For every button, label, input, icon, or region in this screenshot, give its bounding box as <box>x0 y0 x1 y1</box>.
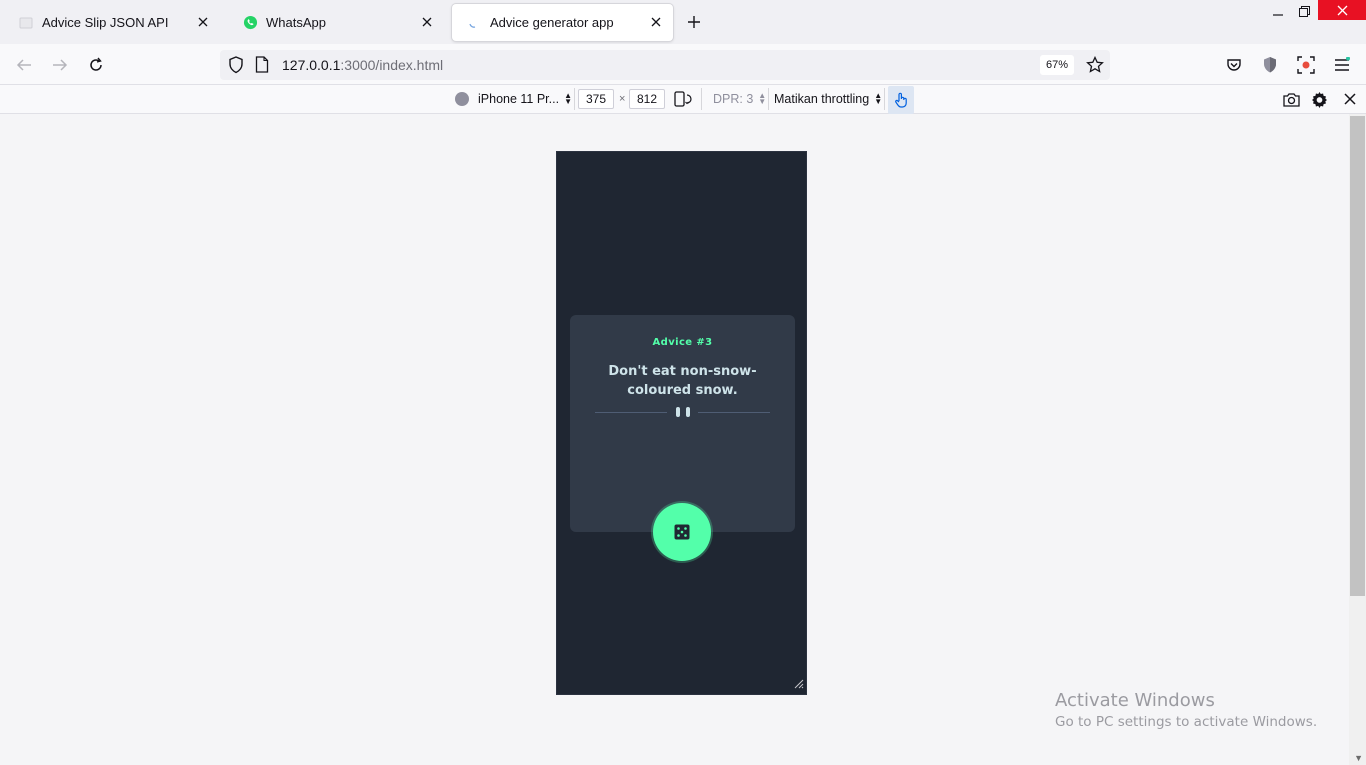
page-info-icon[interactable] <box>255 56 269 76</box>
close-tab-icon[interactable] <box>418 13 436 31</box>
close-icon <box>1344 93 1356 105</box>
windows-activation-watermark: Activate Windows Go to PC settings to ac… <box>1055 690 1317 730</box>
plus-icon <box>688 16 700 28</box>
tab-strip: Advice Slip JSON API WhatsApp Advice gen… <box>0 0 1366 44</box>
close-tab-icon[interactable] <box>647 13 665 31</box>
select-arrows-icon: ▲ ▼ <box>874 91 883 106</box>
divider-line <box>595 412 667 413</box>
forward-button[interactable] <box>49 54 71 76</box>
shield-icon <box>1264 57 1276 73</box>
pocket-icon <box>1227 59 1241 71</box>
device-viewport: Advice #3 Don't eat non-snow-coloured sn… <box>556 151 807 695</box>
network-throttling-selector[interactable]: Matikan throttling ▲ ▼ <box>774 85 882 113</box>
toolbar-separator <box>701 88 702 110</box>
address-bar[interactable]: 127.0.0.1:3000/index.html 67% <box>220 50 1110 80</box>
advice-card: Advice #3 Don't eat non-snow-coloured sn… <box>570 315 795 532</box>
close-rdm-button[interactable] <box>1344 85 1356 113</box>
advice-id: Advice #3 <box>652 337 713 348</box>
dpr-label: DPR: 3 <box>713 92 754 106</box>
screenshot-extension-button[interactable] <box>1295 54 1317 76</box>
device-selector[interactable]: iPhone 11 Pr... ▲ ▼ <box>454 85 572 113</box>
tab-label: WhatsApp <box>266 15 326 30</box>
pause-icon <box>676 407 690 417</box>
dpr-selector[interactable]: DPR: 3 ▲ ▼ <box>713 85 766 113</box>
scrollbar-thumb[interactable] <box>1350 116 1365 596</box>
blank-favicon-icon <box>18 15 34 31</box>
tracking-protection-icon[interactable] <box>228 56 244 77</box>
dice-icon <box>674 524 690 540</box>
navigation-bar: 127.0.0.1:3000/index.html 67% <box>0 44 1366 85</box>
camera-icon <box>1283 92 1300 107</box>
reload-button[interactable] <box>85 54 107 76</box>
tab-advice-generator[interactable]: Advice generator app <box>452 4 673 41</box>
throttling-label: Matikan throttling <box>774 92 870 106</box>
gear-icon <box>1311 91 1328 108</box>
device-name: iPhone 11 Pr... <box>478 92 560 106</box>
url-path: :3000/index.html <box>340 57 444 73</box>
viewport-height-input[interactable]: 812 <box>629 89 665 109</box>
zoom-level-badge[interactable]: 67% <box>1039 55 1074 75</box>
pocket-button[interactable] <box>1223 54 1245 76</box>
select-arrows-icon: ▲ ▼ <box>758 91 767 106</box>
toolbar-separator <box>574 88 575 110</box>
restore-icon <box>1298 5 1310 17</box>
watermark-title: Activate Windows <box>1055 690 1215 711</box>
whatsapp-icon <box>242 15 258 31</box>
toolbar-separator <box>884 88 885 110</box>
toolbar-separator <box>768 88 769 110</box>
url-host: 127.0.0.1 <box>282 57 341 73</box>
device-compass-icon <box>455 92 469 106</box>
viewport-width-input[interactable]: 375 <box>578 89 614 109</box>
back-button[interactable] <box>13 54 35 76</box>
close-window-button[interactable] <box>1318 0 1366 20</box>
touch-simulation-button[interactable] <box>888 86 914 114</box>
bookmark-star-icon[interactable] <box>1086 55 1104 77</box>
url-text[interactable]: 127.0.0.1:3000/index.html <box>282 57 443 73</box>
tab-label: Advice Slip JSON API <box>42 15 169 30</box>
generate-advice-button[interactable] <box>653 503 711 561</box>
resize-handle-icon[interactable] <box>792 677 804 692</box>
screenshot-button[interactable] <box>1283 85 1300 113</box>
rdm-settings-button[interactable] <box>1311 85 1328 113</box>
new-tab-button[interactable] <box>684 12 704 32</box>
loading-icon <box>466 15 482 31</box>
tab-advice-slip-api[interactable]: Advice Slip JSON API <box>4 4 220 41</box>
dimension-times-sign: × <box>619 93 626 105</box>
responsive-design-toolbar: iPhone 11 Pr... ▲ ▼ 375 × 812 DPR: 3 ▲ ▼ M… <box>0 85 1366 114</box>
back-arrow-icon <box>16 59 31 71</box>
forward-arrow-icon <box>53 59 68 71</box>
hamburger-menu-icon <box>1335 57 1350 71</box>
pattern-divider <box>595 405 770 419</box>
select-arrows-icon: ▲ ▼ <box>564 91 572 106</box>
tab-label: Advice generator app <box>490 15 614 30</box>
extension-shield-button[interactable] <box>1259 54 1281 76</box>
app-menu-button[interactable] <box>1331 54 1353 76</box>
rotate-device-icon <box>674 91 692 107</box>
close-icon <box>1337 5 1347 15</box>
watermark-subtitle: Go to PC settings to activate Windows. <box>1055 714 1318 730</box>
touch-hand-icon <box>895 92 907 108</box>
screenshot-icon <box>1297 56 1315 74</box>
advice-quote: Don't eat non-snow-coloured snow. <box>608 364 757 398</box>
tab-whatsapp[interactable]: WhatsApp <box>228 4 444 41</box>
scroll-down-arrow-icon[interactable]: ▼ <box>1354 753 1363 763</box>
rotate-viewport-button[interactable] <box>674 85 692 113</box>
close-tab-icon[interactable] <box>194 13 212 31</box>
reload-icon <box>90 57 102 71</box>
divider-line <box>698 412 770 413</box>
